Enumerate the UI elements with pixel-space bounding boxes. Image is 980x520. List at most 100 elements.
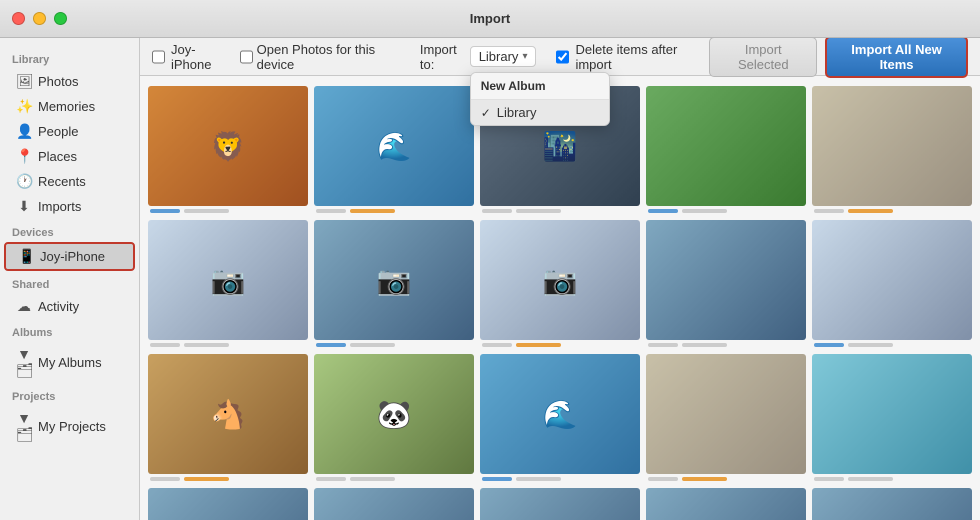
- photo-cell[interactable]: 📷: [480, 220, 640, 348]
- photo-cell[interactable]: [646, 488, 806, 520]
- dropdown-item-library[interactable]: ✓ Library: [471, 100, 609, 125]
- content-area: Joy-iPhone Open Photos for this device I…: [140, 38, 980, 520]
- maximize-button[interactable]: [54, 12, 67, 25]
- sidebar-item-albums-label: My Albums: [38, 355, 102, 370]
- projects-icon: ▼🗂: [16, 410, 32, 443]
- photo-meta: [646, 208, 806, 214]
- delete-after-import-area: Delete items after import: [556, 42, 701, 72]
- photo-meta: [148, 476, 308, 482]
- photo-cell[interactable]: 🦁: [148, 86, 308, 214]
- import-dropdown-button[interactable]: Library ▾: [470, 46, 537, 67]
- photo-meta: [148, 342, 308, 348]
- photo-cell[interactable]: [646, 354, 806, 482]
- places-icon: 📍: [16, 148, 32, 165]
- activity-icon: ☁: [16, 298, 32, 315]
- import-selected-button[interactable]: Import Selected: [709, 38, 817, 77]
- titlebar: Import: [0, 0, 980, 38]
- sidebar-item-places[interactable]: 📍 Places: [4, 144, 135, 169]
- device-select-checkbox[interactable]: [152, 50, 165, 64]
- sidebar-item-recents[interactable]: 🕐 Recents: [4, 169, 135, 194]
- open-photos-checkbox[interactable]: [240, 50, 253, 64]
- memories-icon: ✨: [16, 98, 32, 115]
- sidebar-projects-label: Projects: [0, 383, 139, 406]
- sidebar-item-iphone-label: Joy-iPhone: [40, 249, 105, 264]
- sidebar-item-activity-label: Activity: [38, 299, 79, 314]
- window-controls: [12, 12, 67, 25]
- import-dropdown-popup: New Album ✓ Library: [470, 72, 610, 126]
- recents-icon: 🕐: [16, 173, 32, 190]
- device-checkbox-area: Joy-iPhone: [152, 42, 230, 72]
- photo-cell[interactable]: [812, 220, 972, 348]
- sidebar-albums-label: Albums: [0, 319, 139, 342]
- window-title: Import: [470, 11, 510, 26]
- sidebar-item-photos[interactable]: 🖼 Photos: [4, 69, 135, 94]
- people-icon: 👤: [16, 123, 32, 140]
- sidebar-item-people-label: People: [38, 124, 78, 139]
- sidebar-item-activity[interactable]: ☁ Activity: [4, 294, 135, 319]
- photo-cell[interactable]: 📷: [148, 488, 308, 520]
- iphone-icon: 📱: [18, 248, 34, 265]
- photo-cell[interactable]: 🌊: [480, 354, 640, 482]
- delete-after-import-checkbox[interactable]: [556, 50, 569, 64]
- photo-cell[interactable]: [812, 488, 972, 520]
- delete-after-import-label: Delete items after import: [575, 42, 701, 72]
- sidebar: Library 🖼 Photos ✨ Memories 👤 People 📍 P…: [0, 38, 140, 520]
- photo-cell[interactable]: 📷: [314, 220, 474, 348]
- photo-cell[interactable]: 📷: [148, 220, 308, 348]
- photo-meta: [480, 208, 640, 214]
- sidebar-item-memories[interactable]: ✨ Memories: [4, 94, 135, 119]
- photo-meta: [812, 342, 972, 348]
- photo-meta: [314, 208, 474, 214]
- sidebar-item-my-albums[interactable]: ▼🗂 My Albums: [4, 342, 135, 383]
- photo-cell[interactable]: 📷: [314, 488, 474, 520]
- sidebar-library-label: Library: [0, 46, 139, 69]
- sidebar-item-imports-label: Imports: [38, 199, 81, 214]
- sidebar-item-recents-label: Recents: [38, 174, 86, 189]
- sidebar-shared-label: Shared: [0, 271, 139, 294]
- open-photos-area: Open Photos for this device: [240, 42, 402, 72]
- close-button[interactable]: [12, 12, 25, 25]
- dropdown-item-library-label: Library: [497, 105, 537, 120]
- albums-icon: ▼🗂: [16, 346, 32, 379]
- photo-meta: [812, 476, 972, 482]
- toolbar: Joy-iPhone Open Photos for this device I…: [140, 38, 980, 76]
- photo-meta: [480, 342, 640, 348]
- photo-meta: [812, 208, 972, 214]
- sidebar-item-my-projects[interactable]: ▼🗂 My Projects: [4, 406, 135, 447]
- toolbar-device-name: Joy-iPhone: [171, 42, 230, 72]
- sidebar-item-imports[interactable]: ⬇ Imports: [4, 194, 135, 219]
- photo-cell[interactable]: [812, 86, 972, 214]
- toolbar-right: Delete items after import Import Selecte…: [556, 38, 968, 78]
- photo-meta: [314, 476, 474, 482]
- photo-cell[interactable]: [646, 86, 806, 214]
- sidebar-item-photos-label: Photos: [38, 74, 78, 89]
- import-to-dropdown[interactable]: Library ▾ New Album ✓ Library: [470, 46, 537, 67]
- sidebar-item-people[interactable]: 👤 People: [4, 119, 135, 144]
- sidebar-item-memories-label: Memories: [38, 99, 95, 114]
- photo-cell[interactable]: 🐼: [314, 354, 474, 482]
- sidebar-item-places-label: Places: [38, 149, 77, 164]
- import-to-label: Import to:: [420, 42, 464, 72]
- photo-meta: [646, 342, 806, 348]
- minimize-button[interactable]: [33, 12, 46, 25]
- import-dropdown-value: Library: [479, 49, 519, 64]
- import-all-button[interactable]: Import All New Items: [825, 38, 968, 78]
- dropdown-popup-header: New Album: [471, 73, 609, 100]
- photo-meta: [314, 342, 474, 348]
- photo-cell[interactable]: [812, 354, 972, 482]
- photo-grid-container: 🦁🌊🌃📷📷📷🐴🐼🌊📷📷📷🍂🎡🎈📷📷📷🦁🎠💧: [140, 76, 980, 520]
- sidebar-devices-label: Devices: [0, 219, 139, 242]
- photo-cell[interactable]: 🌊: [314, 86, 474, 214]
- photo-meta: [148, 208, 308, 214]
- import-to-area: Import to: Library ▾ New Album ✓ Library: [420, 42, 537, 72]
- photo-grid: 🦁🌊🌃📷📷📷🐴🐼🌊📷📷📷🍂🎡🎈📷📷📷🦁🎠💧: [148, 86, 972, 520]
- photo-meta: [480, 476, 640, 482]
- photo-cell[interactable]: [646, 220, 806, 348]
- sidebar-item-projects-label: My Projects: [38, 419, 106, 434]
- sidebar-item-joy-iphone[interactable]: 📱 Joy-iPhone: [4, 242, 135, 271]
- checkmark-icon: ✓: [481, 106, 491, 120]
- chevron-down-icon: ▾: [522, 51, 527, 62]
- photos-icon: 🖼: [16, 73, 32, 90]
- photo-cell[interactable]: 🐴: [148, 354, 308, 482]
- photo-cell[interactable]: 📷: [480, 488, 640, 520]
